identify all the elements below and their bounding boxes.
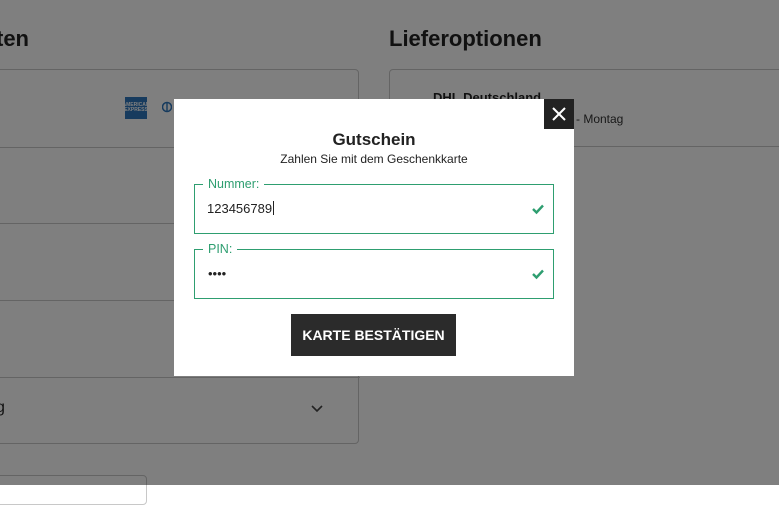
- close-icon: [552, 107, 566, 121]
- voucher-modal: Gutschein Zahlen Sie mit dem Geschenkkar…: [174, 99, 574, 376]
- modal-title: Gutschein: [332, 130, 416, 149]
- pin-label: PIN:: [203, 242, 238, 256]
- modal-subtitle: Zahlen Sie mit dem Geschenkkarte: [280, 152, 468, 166]
- pin-field[interactable]: PIN: ••••: [194, 242, 554, 299]
- check-icon: [532, 269, 544, 280]
- pin-input[interactable]: ••••: [208, 266, 226, 281]
- text-caret: [273, 201, 275, 215]
- close-button[interactable]: [544, 99, 574, 129]
- card-number-value: 123456789: [207, 201, 273, 216]
- card-number-field[interactable]: Nummer: 123456789: [194, 177, 554, 234]
- confirm-card-button[interactable]: KARTE BESTÄTIGEN: [291, 314, 456, 356]
- card-number-input[interactable]: 123456789: [207, 201, 517, 219]
- card-number-label: Nummer:: [203, 177, 265, 191]
- check-icon: [532, 204, 544, 215]
